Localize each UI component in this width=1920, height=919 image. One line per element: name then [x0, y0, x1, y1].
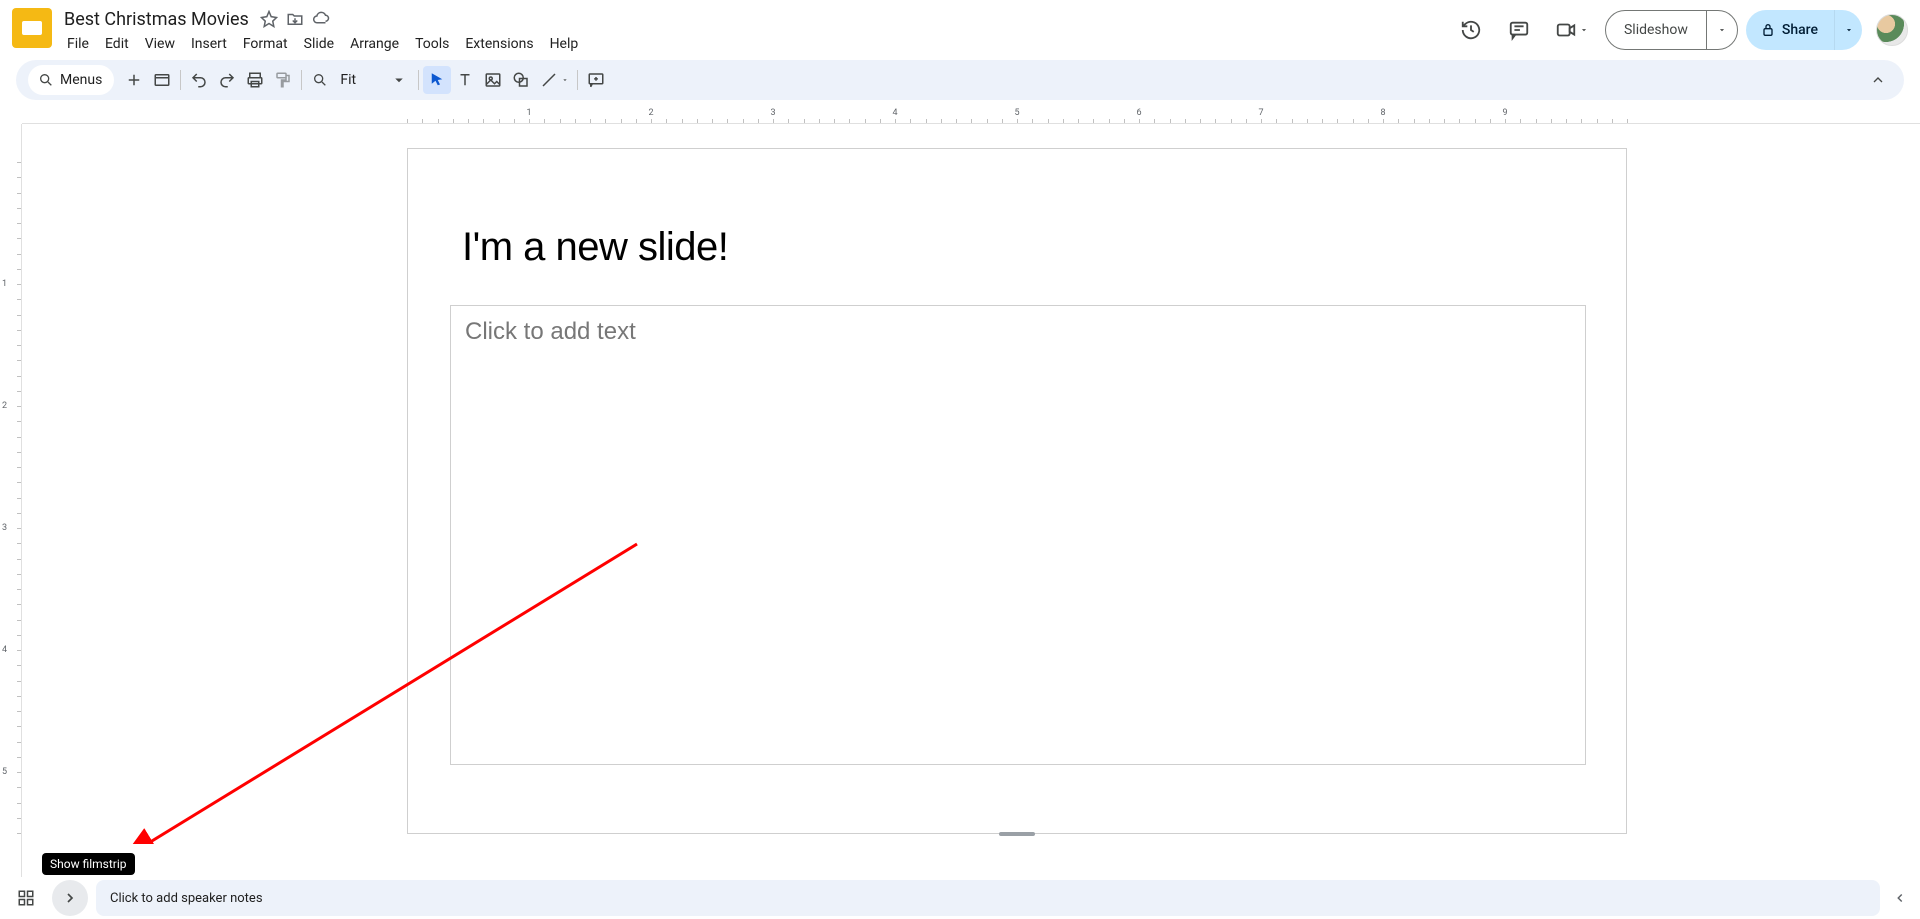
slideshow-button-group: Slideshow	[1605, 10, 1738, 50]
ruler-h-label: 8	[1380, 108, 1385, 118]
move-icon[interactable]	[285, 9, 305, 29]
menu-slide[interactable]: Slide	[297, 32, 341, 56]
menu-insert[interactable]: Insert	[184, 32, 234, 56]
ruler-h-label: 9	[1502, 108, 1507, 118]
account-avatar[interactable]	[1876, 14, 1908, 46]
slideshow-dropdown[interactable]	[1707, 11, 1737, 49]
menu-help[interactable]: Help	[543, 32, 586, 56]
menubar: File Edit View Insert Format Slide Arran…	[60, 32, 585, 56]
collapse-toolbar-button[interactable]	[1864, 66, 1892, 94]
slide-resize-handle[interactable]	[999, 832, 1035, 836]
toolbar: Menus Fit	[16, 60, 1904, 100]
history-icon[interactable]	[1451, 10, 1491, 50]
zoom-value: Fit	[340, 72, 366, 88]
paint-format-button[interactable]	[269, 66, 297, 94]
menu-arrange[interactable]: Arrange	[343, 32, 406, 56]
line-tool-dropdown[interactable]	[557, 66, 573, 94]
ruler-v-label: 1	[2, 279, 7, 289]
canvas-viewport[interactable]: I'm a new slide! Click to add text	[22, 124, 1920, 877]
slides-app-icon[interactable]	[12, 8, 52, 48]
ruler-v-label: 2	[2, 401, 7, 411]
ruler-h-label: 2	[648, 108, 653, 118]
workspace: 1 2 3 4 5 6 7 8 9 1 2 3 4 5 I'm a new slide! Click t…	[0, 108, 1920, 877]
title-area: Best Christmas Movies File Edit View Ins…	[60, 8, 585, 56]
ruler-h-label: 6	[1136, 108, 1141, 118]
menu-edit[interactable]: Edit	[98, 32, 136, 56]
comment-button[interactable]	[582, 66, 610, 94]
slide[interactable]: I'm a new slide! Click to add text	[407, 148, 1627, 834]
ruler-h-label: 1	[526, 108, 531, 118]
shape-tool[interactable]	[507, 66, 535, 94]
hide-side-panel-button[interactable]	[1888, 880, 1912, 916]
share-label: Share	[1782, 22, 1818, 38]
redo-button[interactable]	[213, 66, 241, 94]
cloud-status-icon[interactable]	[311, 9, 331, 29]
vertical-ruler[interactable]: 1 2 3 4 5	[0, 124, 22, 877]
ruler-h-label: 7	[1258, 108, 1263, 118]
zoom-select[interactable]: Fit	[334, 66, 414, 94]
header-right: Slideshow Share	[1451, 8, 1908, 52]
ruler-v-label: 3	[2, 523, 7, 533]
menu-view[interactable]: View	[138, 32, 182, 56]
zoom-tool[interactable]	[306, 66, 334, 94]
grid-view-button[interactable]	[8, 880, 44, 916]
canvas-area: 1 2 3 4 5 6 7 8 9 1 2 3 4 5 I'm a new slide! Click t…	[0, 108, 1920, 877]
ruler-h-label: 4	[892, 108, 897, 118]
share-button-group: Share	[1746, 10, 1862, 50]
text-box-tool[interactable]	[451, 66, 479, 94]
ruler-v-label: 5	[2, 767, 7, 777]
star-icon[interactable]	[259, 9, 279, 29]
meet-button[interactable]	[1547, 10, 1597, 50]
speaker-notes-input[interactable]: Click to add speaker notes	[96, 880, 1880, 916]
menu-format[interactable]: Format	[236, 32, 295, 56]
undo-button[interactable]	[185, 66, 213, 94]
ruler-v-label: 4	[2, 645, 7, 655]
image-tool[interactable]	[479, 66, 507, 94]
menu-file[interactable]: File	[60, 32, 96, 56]
new-slide-button[interactable]	[120, 66, 148, 94]
show-filmstrip-button[interactable]	[52, 880, 88, 916]
ruler-h-label: 3	[770, 108, 775, 118]
slide-body-placeholder-box[interactable]: Click to add text	[450, 305, 1586, 765]
document-title[interactable]: Best Christmas Movies	[60, 9, 253, 30]
menu-tools[interactable]: Tools	[408, 32, 456, 56]
comments-icon[interactable]	[1499, 10, 1539, 50]
menu-extensions[interactable]: Extensions	[458, 32, 540, 56]
share-dropdown[interactable]	[1834, 10, 1862, 50]
search-menus[interactable]: Menus	[28, 65, 114, 95]
horizontal-ruler[interactable]: 1 2 3 4 5 6 7 8 9	[22, 108, 1920, 124]
search-menus-label: Menus	[60, 72, 102, 88]
header: Best Christmas Movies File Edit View Ins…	[0, 0, 1920, 60]
new-slide-layout-dropdown[interactable]	[148, 66, 176, 94]
ruler-h-label: 5	[1014, 108, 1019, 118]
bottom-bar: Click to add speaker notes	[0, 877, 1920, 919]
share-button[interactable]: Share	[1746, 10, 1834, 50]
slide-body-placeholder-text: Click to add text	[451, 306, 1585, 358]
print-button[interactable]	[241, 66, 269, 94]
show-filmstrip-tooltip: Show filmstrip	[42, 853, 135, 875]
slideshow-button[interactable]: Slideshow	[1606, 11, 1707, 49]
select-tool[interactable]	[423, 66, 451, 94]
slide-title-text[interactable]: I'm a new slide!	[462, 225, 728, 270]
